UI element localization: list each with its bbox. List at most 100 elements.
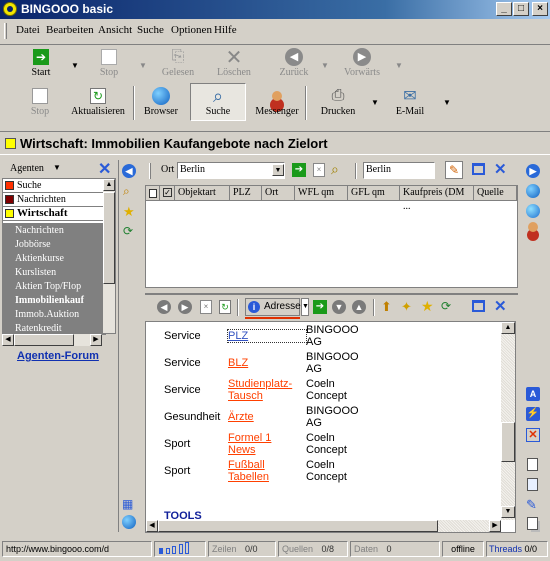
pages-icon[interactable]: [527, 517, 538, 530]
agents-menu[interactable]: Agenten: [10, 163, 44, 174]
scroll-right-icon[interactable]: ▶: [90, 334, 102, 346]
scroll-up-icon[interactable]: ▲: [103, 179, 115, 191]
close-pane-icon[interactable]: ✕: [494, 297, 507, 315]
category-wirtschaft[interactable]: Wirtschaft: [3, 207, 106, 221]
network-icon[interactable]: [526, 204, 540, 218]
menu-hilfe[interactable]: Hilfe: [214, 24, 237, 36]
vorwaerts-button[interactable]: ▶ Vorwärts: [340, 47, 384, 78]
delete-icon[interactable]: ✕: [526, 428, 540, 442]
favorites-star-icon[interactable]: ★: [123, 204, 135, 220]
browser-button[interactable]: Browser: [140, 86, 182, 117]
go-search-icon[interactable]: ➔: [292, 163, 306, 177]
agent-item[interactable]: Ratenkredit: [15, 323, 62, 334]
stop-top-button[interactable]: Stop: [95, 47, 123, 78]
menu-bearbeiten[interactable]: Bearbeiten: [46, 24, 94, 36]
scroll-up-icon[interactable]: ▲: [352, 300, 366, 314]
col-wfl[interactable]: WFL qm: [295, 186, 348, 201]
messenger-person-icon[interactable]: [528, 222, 538, 232]
service-link[interactable]: News: [228, 444, 306, 456]
col-ort[interactable]: Ort: [262, 186, 295, 201]
collapse-left-icon[interactable]: ◀: [122, 164, 136, 178]
doc-column-header[interactable]: [146, 186, 160, 201]
scroll-right-icon[interactable]: ▶: [489, 520, 501, 532]
agents-scrollbar[interactable]: ▲: [103, 179, 115, 333]
back-icon[interactable]: ◀: [157, 300, 171, 314]
shield-icon[interactable]: A: [526, 387, 540, 401]
go-icon[interactable]: ➔: [313, 300, 327, 314]
bookmark-up-icon[interactable]: ⬆: [381, 299, 392, 315]
service-link[interactable]: Studienplatz-: [228, 378, 306, 390]
agents-dropdown-icon[interactable]: ▼: [53, 163, 61, 172]
address-dropdown-icon[interactable]: ▼: [301, 298, 309, 316]
service-link[interactable]: Tabellen: [228, 471, 306, 483]
close-pane-icon[interactable]: ✕: [494, 160, 507, 178]
lightning-icon[interactable]: ⚡: [526, 407, 540, 421]
service-link[interactable]: PLZ: [227, 329, 307, 343]
maximize-button[interactable]: □: [513, 2, 529, 16]
agent-item-active[interactable]: Immobilienkauf: [15, 295, 84, 306]
email-button[interactable]: ✉ E-Mail: [390, 86, 430, 117]
document-icon[interactable]: [527, 458, 538, 471]
stop-dropdown-icon[interactable]: ▼: [139, 61, 147, 70]
messenger-button[interactable]: Messenger: [254, 86, 300, 117]
category-suche[interactable]: Suche: [3, 179, 106, 193]
close-panel-icon[interactable]: ✕: [98, 159, 111, 179]
forward-icon[interactable]: ▶: [178, 300, 192, 314]
email-dropdown-icon[interactable]: ▼: [443, 98, 451, 107]
browser-vscrollbar[interactable]: ▲ ▼: [501, 322, 515, 520]
browser-hscrollbar[interactable]: ◀ ▶: [146, 520, 501, 532]
service-link[interactable]: Ärzte: [228, 411, 306, 423]
location-dropdown-icon[interactable]: ▼: [272, 164, 284, 176]
loeschen-button[interactable]: ✕ Löschen: [212, 47, 256, 79]
scroll-up-icon[interactable]: ▲: [501, 322, 515, 334]
calendar-icon[interactable]: ▦: [122, 497, 133, 511]
col-kaufpreis[interactable]: Kaufpreis (DM ...: [400, 186, 474, 212]
menu-datei[interactable]: Datei: [16, 24, 40, 36]
agent-item[interactable]: Jobbörse: [15, 239, 51, 250]
globe-refresh-icon[interactable]: ⟳: [123, 224, 133, 238]
scroll-down-icon[interactable]: ▼: [501, 506, 515, 518]
service-link[interactable]: Tausch: [228, 390, 306, 402]
agent-item[interactable]: Immob.Auktion: [15, 309, 79, 320]
col-objektart[interactable]: Objektart: [175, 186, 230, 201]
globe-icon[interactable]: [122, 515, 136, 529]
col-quelle[interactable]: Quelle: [474, 186, 517, 201]
gelesen-button[interactable]: ⎘ Gelesen: [158, 47, 198, 78]
service-link[interactable]: Fußball: [228, 459, 306, 471]
globe-icon[interactable]: [526, 184, 540, 198]
suche-button[interactable]: ⌕ Suche: [190, 83, 246, 121]
col-gfl[interactable]: GFL qm: [348, 186, 400, 201]
collapse-right-icon[interactable]: ▶: [526, 164, 540, 178]
col-plz[interactable]: PLZ: [230, 186, 262, 201]
menu-ansicht[interactable]: Ansicht: [98, 24, 132, 36]
query-input[interactable]: Berlin: [363, 162, 435, 179]
select-all-checkbox[interactable]: ✓: [160, 186, 175, 201]
location-select[interactable]: Berlin ▼: [177, 162, 285, 179]
service-link[interactable]: Formel 1: [228, 432, 306, 444]
maximize-pane-icon[interactable]: [472, 163, 485, 175]
globe-refresh-icon[interactable]: ⟳: [441, 299, 451, 313]
start-dropdown-icon[interactable]: ▼: [71, 61, 79, 70]
print-dropdown-icon[interactable]: ▼: [371, 98, 379, 107]
stop-search-icon[interactable]: ×: [313, 163, 325, 177]
agent-item[interactable]: Aktien Top/Flop: [15, 281, 81, 292]
add-bookmark-icon[interactable]: ✦: [401, 299, 412, 315]
agents-hscrollbar[interactable]: ◀ ▶: [2, 334, 102, 346]
minimize-button[interactable]: _: [496, 2, 512, 16]
copy-document-icon[interactable]: [527, 478, 538, 491]
edit-document-icon[interactable]: ✎: [526, 497, 537, 513]
agent-item[interactable]: Kurslisten: [15, 267, 56, 278]
menu-optionen[interactable]: Optionen: [171, 24, 212, 36]
service-link[interactable]: BLZ: [228, 357, 306, 369]
search-agent-icon[interactable]: ⌕: [123, 184, 130, 199]
maximize-pane-icon[interactable]: [472, 300, 485, 312]
scroll-left-icon[interactable]: ◀: [146, 520, 158, 532]
agents-forum-link[interactable]: Agenten-Forum: [17, 350, 99, 362]
aktualisieren-button[interactable]: ↻ Aktualisieren: [70, 86, 126, 117]
menu-suche[interactable]: Suche: [137, 24, 164, 36]
stop-icon[interactable]: ×: [200, 300, 212, 314]
scroll-left-icon[interactable]: ◀: [2, 334, 14, 346]
close-window-button[interactable]: ×: [532, 2, 548, 16]
start-button[interactable]: ➔ Start: [24, 47, 58, 78]
drucken-button[interactable]: ⎙ Drucken: [318, 86, 358, 117]
